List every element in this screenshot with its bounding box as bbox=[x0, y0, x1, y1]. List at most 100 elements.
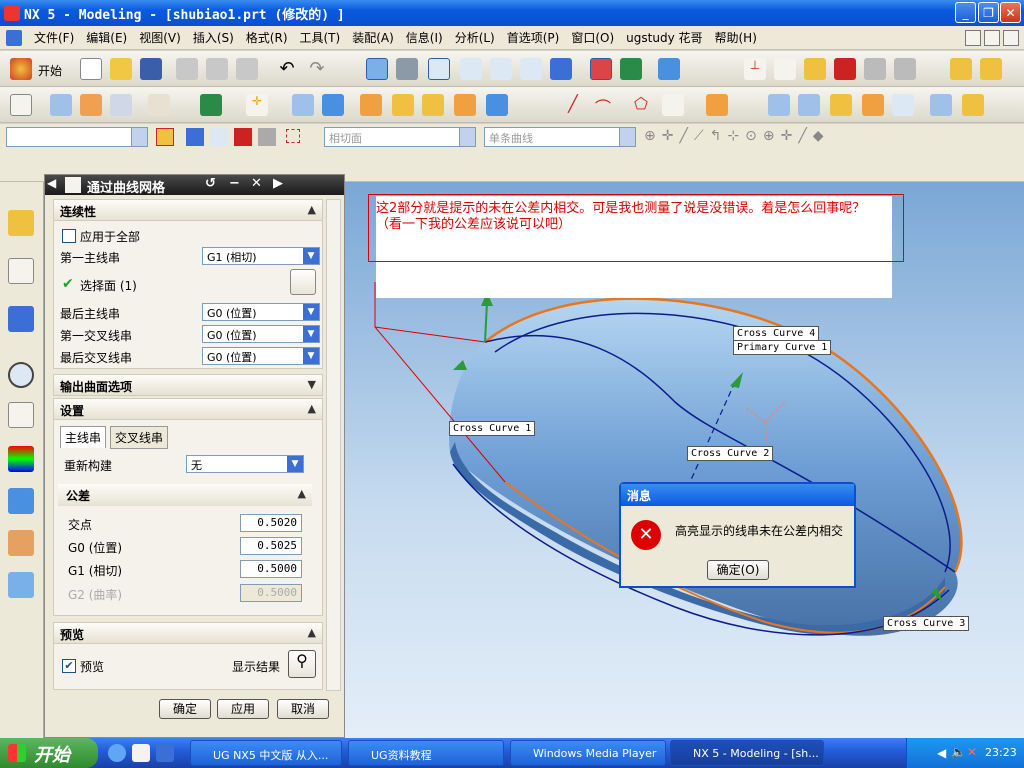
polygon-icon[interactable]: ⬠ bbox=[630, 94, 652, 116]
tab-primary[interactable]: 主线串 bbox=[60, 426, 107, 448]
sweep-icon[interactable] bbox=[110, 94, 132, 116]
collapse-caret-icon[interactable]: ▲ bbox=[308, 402, 316, 415]
doc-minimize-button[interactable] bbox=[965, 30, 981, 46]
menu-tools[interactable]: 工具(T) bbox=[294, 29, 347, 46]
dialog-scrollbar[interactable] bbox=[326, 199, 341, 691]
web-browser-icon[interactable] bbox=[8, 306, 34, 332]
select-all-icon[interactable] bbox=[186, 128, 204, 146]
wcs-set-icon[interactable] bbox=[864, 58, 886, 80]
wcs-orient-icon[interactable] bbox=[834, 58, 856, 80]
menu-assembly[interactable]: 装配(A) bbox=[346, 29, 400, 46]
menu-analysis[interactable]: 分析(L) bbox=[449, 29, 501, 46]
media-icon[interactable] bbox=[132, 744, 150, 762]
expand-caret-icon[interactable]: ▼ bbox=[308, 378, 316, 391]
snap-point-icons[interactable]: ⊕✛╱⟋↰⊹⊙⊕✛╱◆ bbox=[644, 128, 830, 144]
zoom-in-out-icon[interactable] bbox=[460, 58, 482, 80]
intersect-icon[interactable] bbox=[486, 94, 508, 116]
zoom-window-icon[interactable] bbox=[396, 58, 418, 80]
assembly-navigator-icon[interactable] bbox=[8, 210, 34, 236]
reset-icon[interactable]: ↺ bbox=[205, 176, 216, 191]
menu-view[interactable]: 视图(V) bbox=[133, 29, 187, 46]
subtract-icon[interactable] bbox=[454, 94, 476, 116]
apply-button[interactable]: 应用 bbox=[217, 699, 269, 719]
mesh-surface-icon[interactable] bbox=[798, 94, 820, 116]
revolve-icon[interactable] bbox=[80, 94, 102, 116]
select-face-button[interactable] bbox=[290, 269, 316, 295]
task-nx-modeling[interactable]: NX 5 - Modeling - [sh... bbox=[670, 740, 824, 766]
rebuild-dropdown[interactable]: 无 ▼ bbox=[186, 455, 304, 473]
doc-close-button[interactable] bbox=[1003, 30, 1019, 46]
redo-icon[interactable]: ↷ bbox=[306, 58, 328, 80]
menu-file[interactable]: 文件(F) bbox=[28, 29, 80, 46]
settings-header[interactable]: 设置 ▲ bbox=[53, 398, 323, 420]
message-ok-button[interactable]: 确定(O) bbox=[707, 560, 769, 580]
sketch-icon[interactable] bbox=[10, 94, 32, 116]
measure-distance-icon[interactable] bbox=[950, 58, 972, 80]
roles-icon[interactable] bbox=[8, 530, 34, 556]
system-materials-icon[interactable] bbox=[8, 402, 34, 428]
show-result-button[interactable]: ⚲ bbox=[288, 650, 316, 678]
output-options-header[interactable]: 输出曲面选项 ▼ bbox=[53, 374, 323, 396]
rectangle-select-icon[interactable] bbox=[286, 129, 300, 143]
process-studio-icon[interactable] bbox=[8, 488, 34, 514]
select-face-label[interactable]: 选择面 (1) bbox=[80, 277, 137, 294]
ok-button[interactable]: 确定 bbox=[159, 699, 211, 719]
extrude-icon[interactable] bbox=[50, 94, 72, 116]
apply-all-checkbox[interactable] bbox=[62, 229, 76, 243]
close-button[interactable]: ✕ bbox=[1000, 2, 1021, 23]
task-ug-materials[interactable]: UG资料教程 bbox=[348, 740, 504, 766]
collapse-icon[interactable]: − bbox=[229, 176, 240, 191]
forward-arrow-icon[interactable]: ▶ bbox=[273, 176, 283, 191]
thicken-icon[interactable] bbox=[892, 94, 914, 116]
menu-info[interactable]: 信息(I) bbox=[400, 29, 449, 46]
surface-icon[interactable] bbox=[768, 94, 790, 116]
rotate-icon[interactable] bbox=[490, 58, 512, 80]
bounded-plane-icon[interactable] bbox=[830, 94, 852, 116]
chamfer-icon[interactable] bbox=[322, 94, 344, 116]
datum-point-icon[interactable] bbox=[200, 94, 222, 116]
curve-rule-dropdown[interactable]: 单条曲线 bbox=[484, 127, 636, 147]
datum-plane-icon[interactable]: ✛ bbox=[246, 94, 268, 116]
zoom-icon[interactable] bbox=[428, 58, 450, 80]
task-ug-tutorial[interactable]: UG NX5 中文版 从入... bbox=[190, 740, 342, 766]
offset-face-icon[interactable] bbox=[962, 94, 984, 116]
collapse-caret-icon[interactable]: ▲ bbox=[308, 626, 316, 639]
wcs-origin-icon[interactable] bbox=[774, 58, 796, 80]
trim-body-icon[interactable] bbox=[148, 94, 170, 116]
continuity-header[interactable]: 连续性 ▲ bbox=[53, 199, 323, 221]
system-scene-icon[interactable] bbox=[8, 572, 34, 598]
first-primary-dropdown[interactable]: G1 (相切) ▼ bbox=[202, 247, 320, 265]
measure-angle-icon[interactable] bbox=[980, 58, 1002, 80]
first-cross-dropdown[interactable]: G0 (位置) ▼ bbox=[202, 325, 320, 343]
extension-icon[interactable] bbox=[930, 94, 952, 116]
line-icon[interactable]: ╱ bbox=[562, 94, 584, 116]
part-navigator-icon[interactable] bbox=[8, 258, 34, 284]
paste-icon[interactable] bbox=[236, 58, 258, 80]
spline-icon[interactable] bbox=[662, 94, 684, 116]
layer-settings-icon[interactable] bbox=[620, 58, 642, 80]
copy-icon[interactable] bbox=[206, 58, 228, 80]
preview-header[interactable]: 预览 ▲ bbox=[53, 622, 323, 644]
pan-icon[interactable] bbox=[520, 58, 542, 80]
intersect-tolerance-input[interactable]: 0.5020 bbox=[240, 514, 302, 532]
maximize-button[interactable]: ❐ bbox=[978, 2, 999, 23]
unite-icon[interactable] bbox=[422, 94, 444, 116]
collapse-caret-icon[interactable]: ▲ bbox=[298, 487, 306, 500]
offset-curve-icon[interactable] bbox=[706, 94, 728, 116]
wcs-icon[interactable]: ⊥ bbox=[744, 58, 766, 80]
wcs-rotate-icon[interactable] bbox=[804, 58, 826, 80]
back-icon[interactable]: ◀ bbox=[937, 746, 946, 760]
desktop-icon[interactable] bbox=[156, 744, 174, 762]
g1-tolerance-input[interactable]: 0.5000 bbox=[240, 560, 302, 578]
task-media-player[interactable]: Windows Media Player bbox=[510, 740, 666, 766]
undo-icon[interactable]: ↶ bbox=[276, 58, 298, 80]
tolerance-header[interactable]: 公差 ▲ bbox=[58, 484, 312, 506]
save-icon[interactable] bbox=[140, 58, 162, 80]
preview-checkbox[interactable]: ✔ bbox=[62, 659, 76, 673]
history-icon[interactable] bbox=[8, 362, 34, 388]
layer-icon[interactable] bbox=[590, 58, 612, 80]
last-cross-dropdown[interactable]: G0 (位置) ▼ bbox=[202, 347, 320, 365]
face-rule-dropdown[interactable]: 相切面 bbox=[324, 127, 476, 147]
wcs-save-icon[interactable] bbox=[894, 58, 916, 80]
network-icon[interactable]: ✕ bbox=[967, 745, 977, 759]
